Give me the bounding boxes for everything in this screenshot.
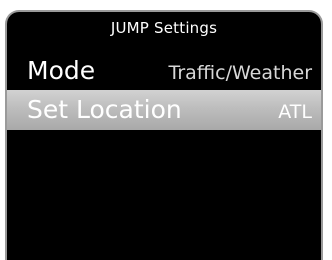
menu-item-mode[interactable]: Mode Traffic/Weather [7,52,321,90]
device-screen: JUMP Settings Mode Traffic/Weather Set L… [5,10,323,260]
menu-item-set-location[interactable]: Set Location ATL [7,90,321,130]
menu-item-set-location-value: ATL [278,101,312,123]
device-bezel: JUMP Settings Mode Traffic/Weather Set L… [0,0,332,260]
menu-item-set-location-label: Set Location [27,95,182,124]
screen-title: JUMP Settings [110,19,218,37]
menu-item-mode-label: Mode [27,56,96,85]
menu-item-mode-value: Traffic/Weather [168,62,312,84]
